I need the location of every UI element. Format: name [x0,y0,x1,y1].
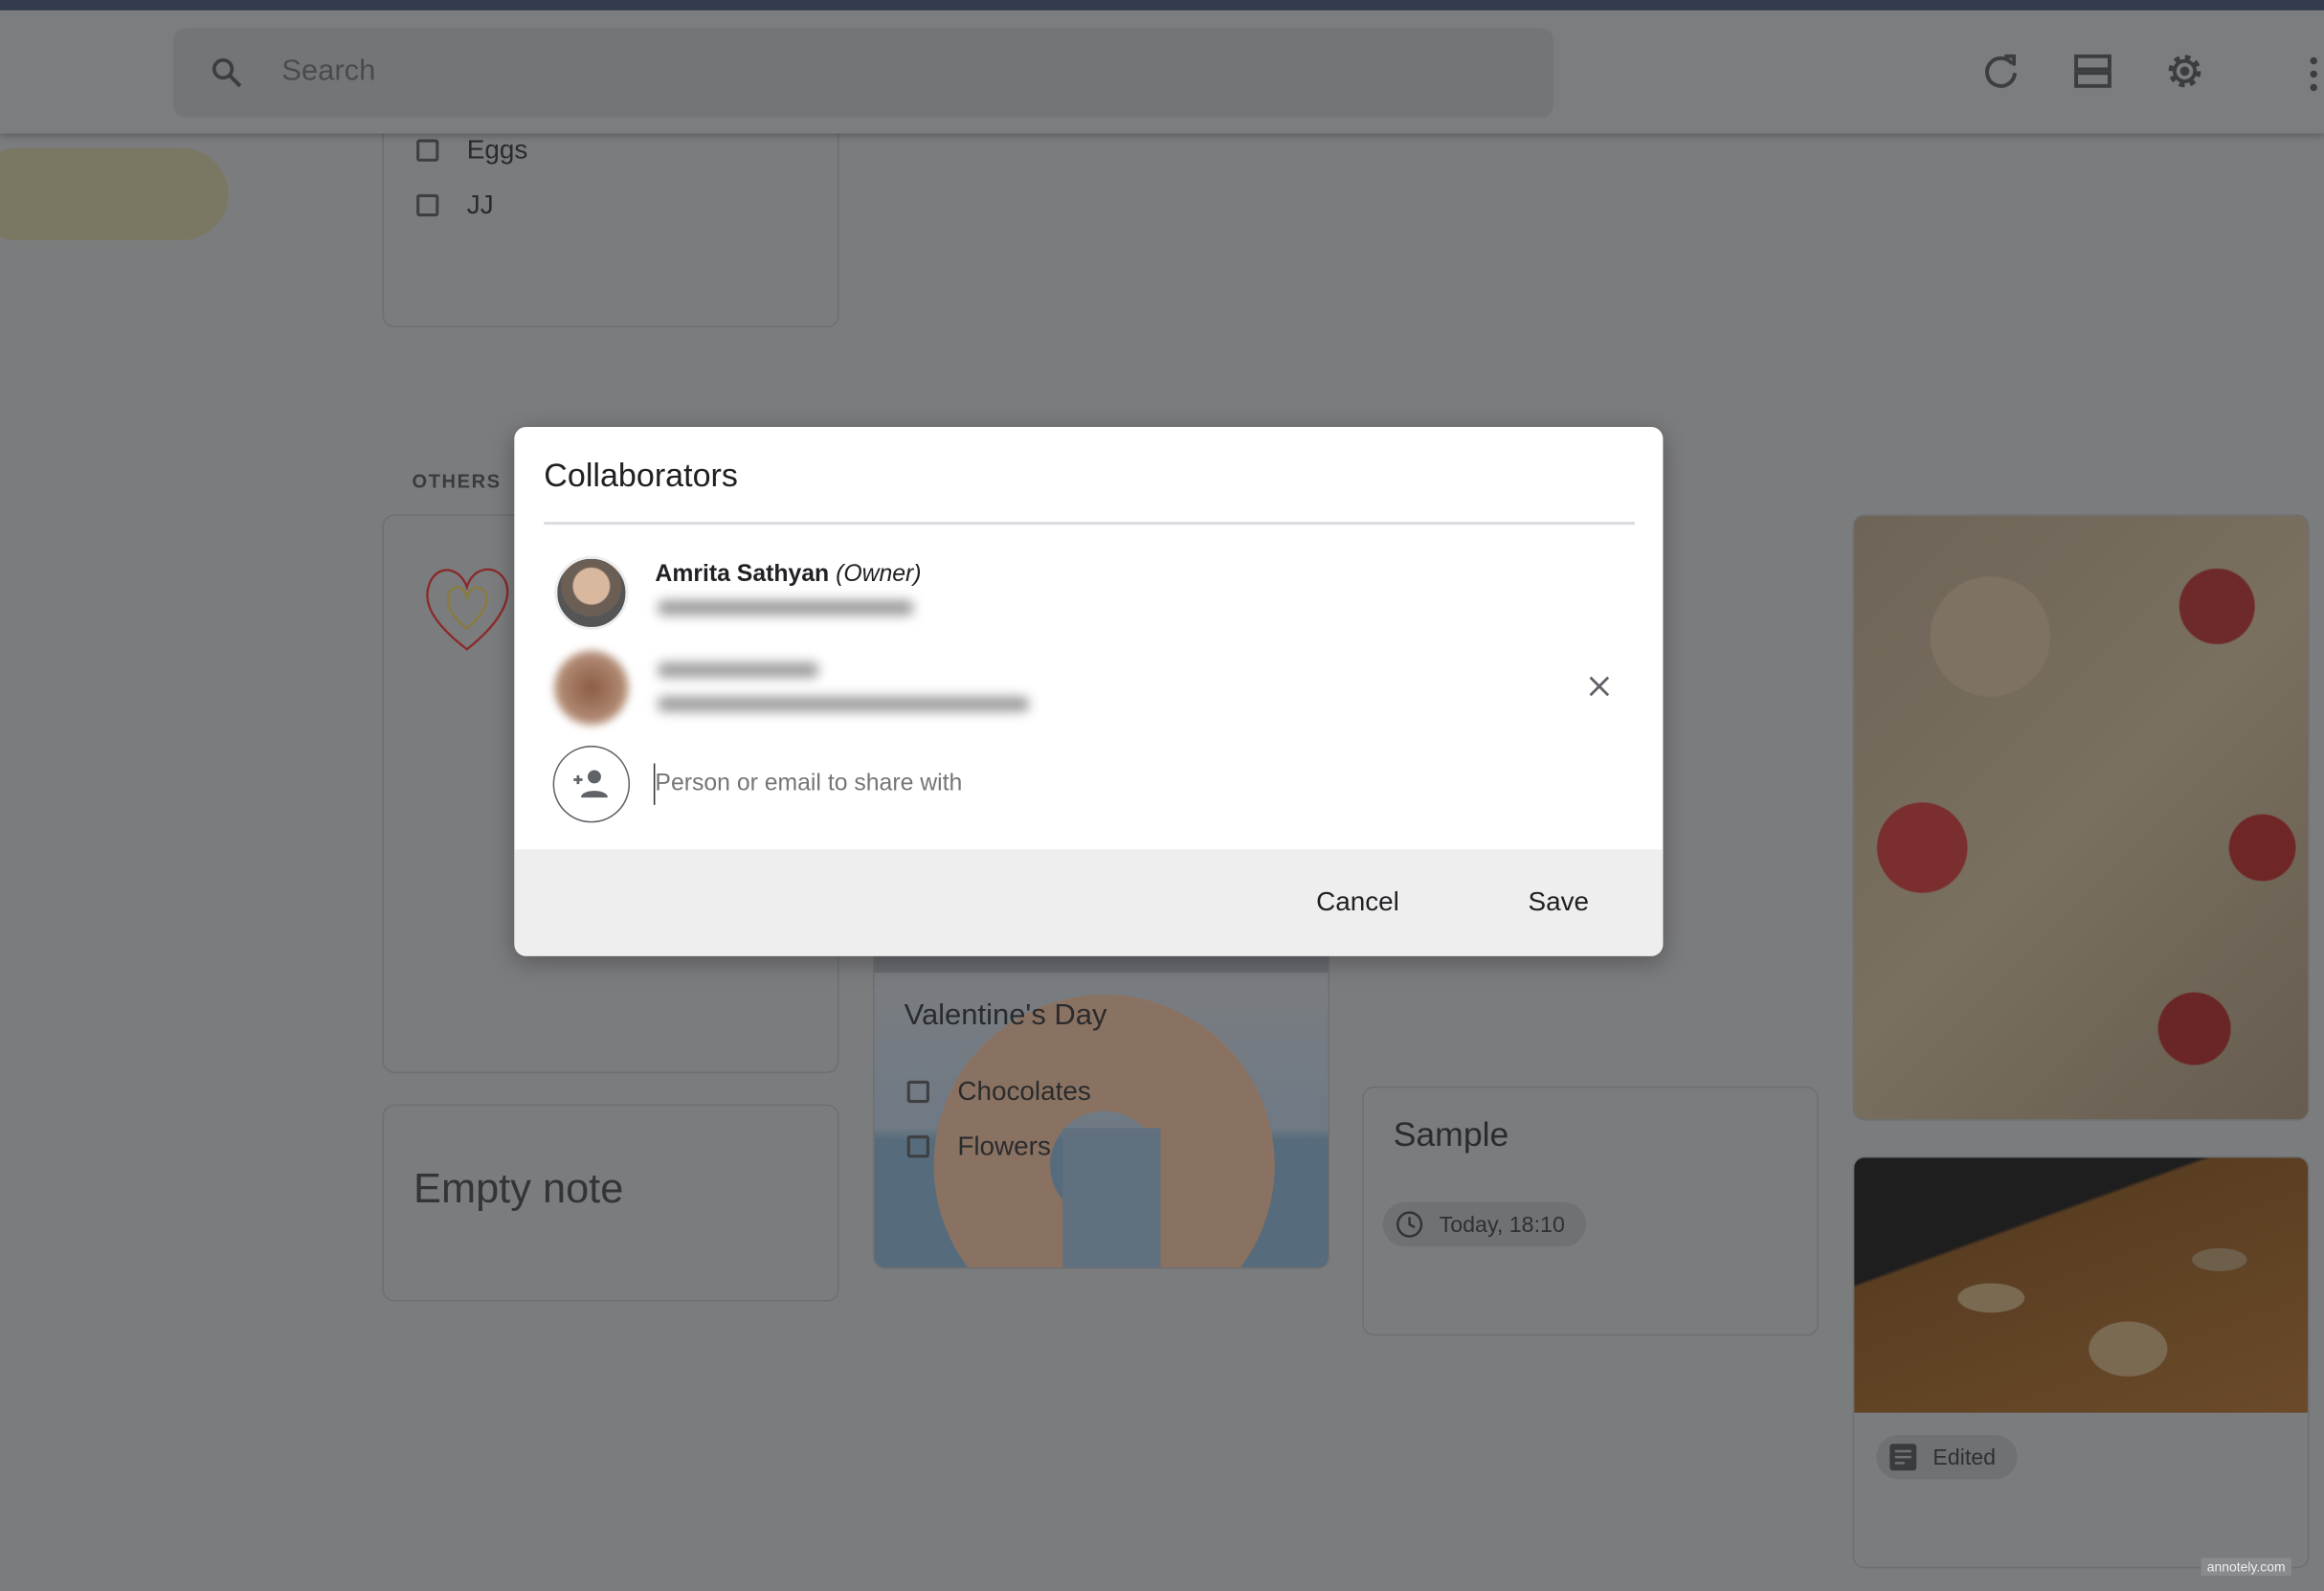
note-title: Sample [1393,1114,1509,1154]
remove-collaborator-icon[interactable] [1587,675,1611,699]
note-title: Valentine's Day [904,998,1107,1032]
dialog-footer: Cancel Save [514,849,1664,956]
browser-strip [0,0,2324,11]
more-vert-icon[interactable] [2306,55,2320,93]
list-item: Flowers [957,1131,1051,1161]
edited-chip: Edited [1876,1434,2017,1480]
list-view-icon[interactable] [2070,49,2114,93]
share-input[interactable] [653,763,1548,805]
dialog-title: Collaborators [544,456,738,494]
checkbox[interactable] [906,1135,929,1158]
person-add-icon [573,770,608,798]
owner-role: (Owner) [836,561,922,588]
collaborator-name-redacted [658,662,818,678]
checkbox[interactable] [906,1080,929,1104]
cancel-button[interactable]: Cancel [1316,886,1399,918]
note-card-sample[interactable]: Sample Today, 18:10 [1362,1087,1820,1336]
note-title: Empty note [413,1165,624,1212]
watermark: annotely.com [2201,1557,2291,1577]
divider [544,522,1635,526]
section-label-others: OTHERS [412,469,502,493]
sidebar-item-notes-active[interactable] [0,147,229,240]
owner-name: Amrita Sathyan [655,561,830,588]
food-image [1854,1157,2309,1413]
search-icon[interactable] [209,55,244,90]
owner-email-redacted [658,600,913,616]
collaborator-avatar [554,650,629,726]
search-input[interactable]: Search [281,55,375,89]
owner-avatar [554,555,629,631]
refresh-icon[interactable] [1978,49,2022,93]
note-card-empty[interactable]: Empty note [382,1104,839,1302]
checkbox[interactable] [416,139,439,162]
owner-row: Amrita Sathyan (Owner) [655,562,921,589]
checkbox[interactable] [416,193,439,217]
list-item: JJ [466,190,494,220]
collaborator-email-redacted [658,696,1029,712]
search-bar[interactable]: Search [173,28,1553,118]
clock-icon [1396,1211,1423,1238]
collaborators-dialog: Collaborators Amrita Sathyan (Owner) Can… [514,426,1664,956]
reminder-text: Today, 18:10 [1439,1211,1565,1238]
keep-app: Search Eggs JJ OTHERS Empty note Valenti… [0,0,2324,1591]
add-person-avatar [552,745,631,823]
list-item: Eggs [466,134,528,165]
background-shape [1062,1128,1161,1267]
note-icon [1889,1444,1917,1471]
note-card-image-letters[interactable] [1852,514,2310,1121]
settings-icon[interactable] [2162,49,2206,93]
reminder-chip[interactable]: Today, 18:10 [1382,1201,1586,1247]
list-item: Chocolates [957,1076,1091,1107]
save-button[interactable]: Save [1529,886,1590,918]
note-card-food[interactable]: Edited [1852,1155,2310,1569]
app-header: Search [0,10,2324,134]
edited-text: Edited [1933,1445,1997,1470]
heart-drawing [426,568,509,651]
